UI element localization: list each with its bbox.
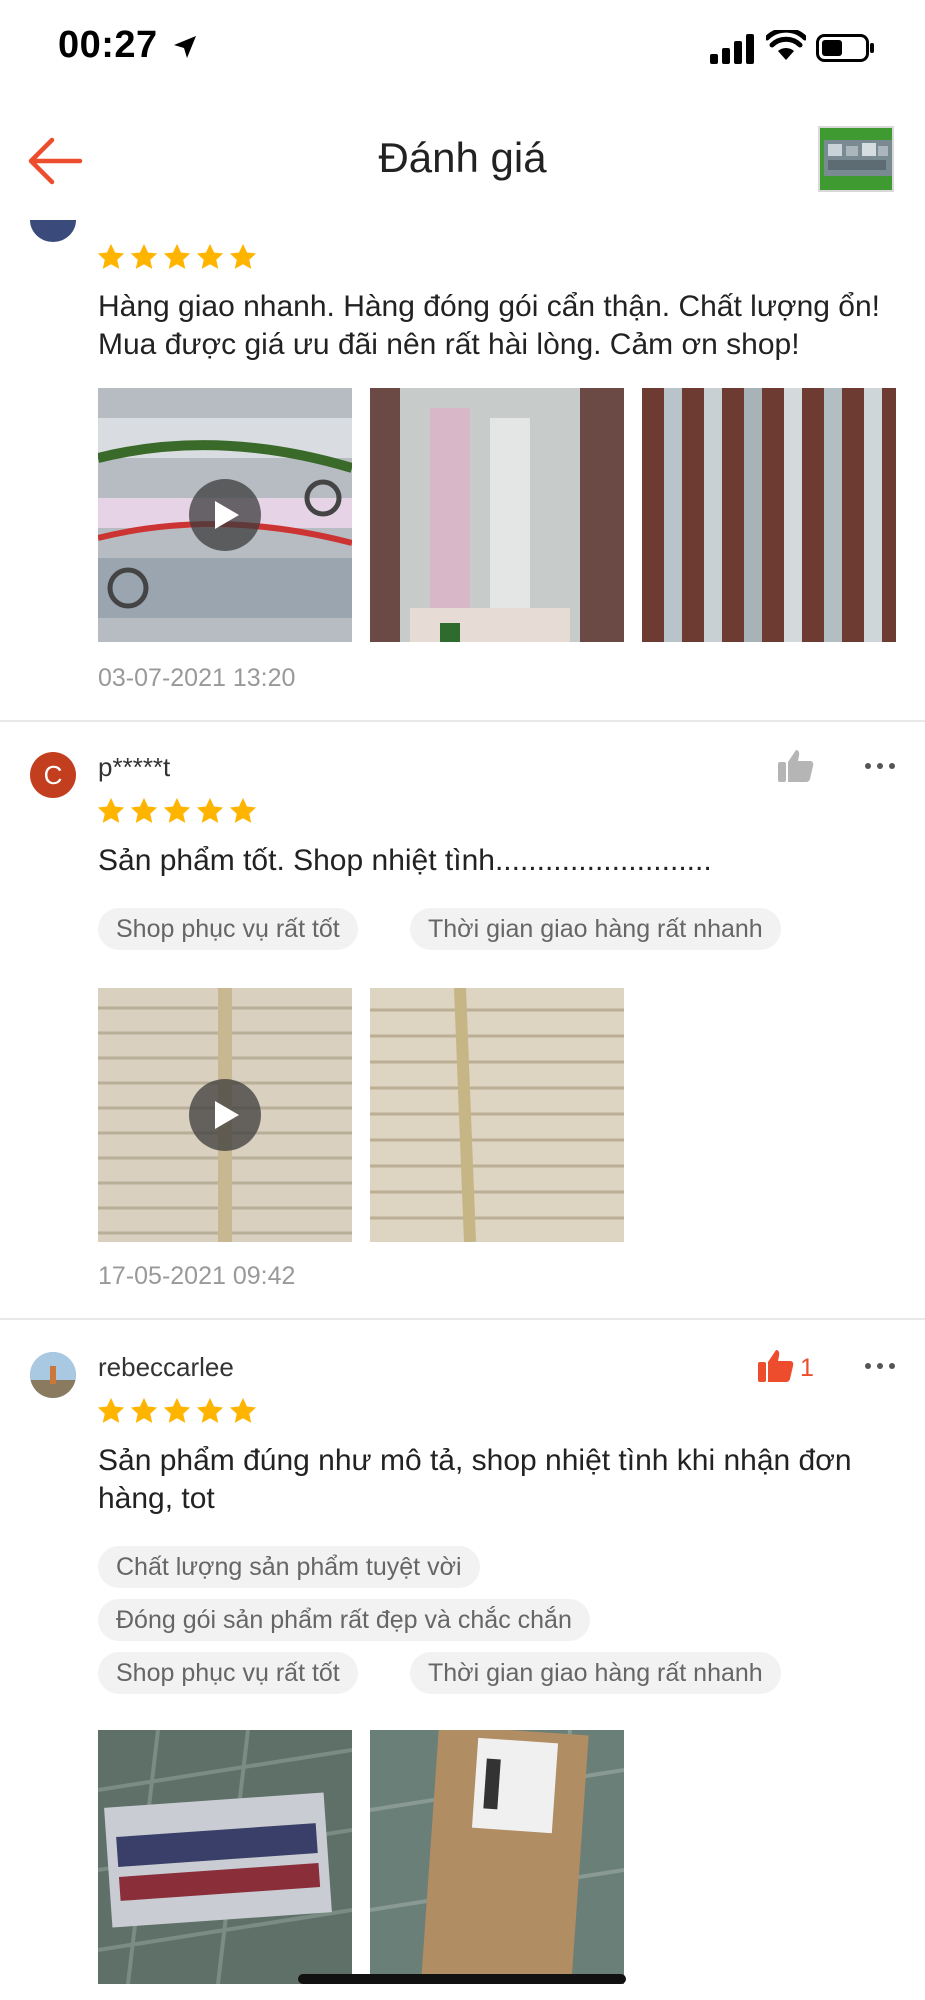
star-icon bbox=[163, 1397, 191, 1423]
username[interactable]: p*****t bbox=[98, 752, 170, 783]
review-video[interactable] bbox=[98, 388, 352, 642]
star-icon bbox=[229, 243, 257, 269]
star-icon bbox=[97, 1397, 125, 1423]
star-icon bbox=[196, 797, 224, 823]
review-tag: Shop phục vụ rất tốt bbox=[98, 908, 358, 950]
star-icon bbox=[229, 1397, 257, 1423]
divider bbox=[0, 1318, 925, 1320]
star-icon bbox=[130, 797, 158, 823]
review-photo[interactable] bbox=[370, 1730, 624, 1984]
more-dots-icon[interactable] bbox=[862, 756, 898, 776]
star-icon bbox=[130, 243, 158, 269]
status-time: 00:27 bbox=[58, 24, 158, 66]
avatar[interactable]: C bbox=[30, 752, 76, 798]
rating-stars bbox=[96, 242, 258, 272]
rating-stars bbox=[96, 1396, 258, 1426]
status-bar: 00:27 bbox=[0, 0, 925, 100]
review-date: 17-05-2021 09:42 bbox=[98, 1262, 296, 1290]
review-photo[interactable] bbox=[370, 988, 624, 1242]
star-icon bbox=[229, 797, 257, 823]
review-comment: Sản phẩm đúng như mô tả, shop nhiệt tình… bbox=[98, 1444, 852, 1515]
review-tag: Chất lượng sản phẩm tuyệt vời bbox=[98, 1546, 480, 1588]
star-icon bbox=[130, 1397, 158, 1423]
thumbs-up-icon[interactable] bbox=[756, 1348, 796, 1384]
review-tag: Thời gian giao hàng rất nhanh bbox=[410, 908, 781, 950]
play-icon[interactable] bbox=[189, 1079, 261, 1151]
divider bbox=[0, 720, 925, 722]
star-icon bbox=[196, 243, 224, 269]
review-comment: Sản phẩm tốt. Shop nhiệt tình...........… bbox=[98, 844, 712, 877]
star-icon bbox=[97, 797, 125, 823]
like-count: 1 bbox=[800, 1354, 814, 1382]
review-photo[interactable] bbox=[98, 1730, 352, 1984]
star-icon bbox=[163, 243, 191, 269]
home-indicator[interactable] bbox=[298, 1974, 626, 1984]
more-dots-icon[interactable] bbox=[862, 1356, 898, 1376]
location-arrow-icon bbox=[174, 36, 196, 58]
username[interactable]: rebeccarlee bbox=[98, 1352, 234, 1383]
star-icon bbox=[97, 243, 125, 269]
page-title: Đánh giá bbox=[378, 134, 547, 181]
thumbs-up-icon[interactable] bbox=[776, 748, 816, 784]
review-tag: Thời gian giao hàng rất nhanh bbox=[410, 1652, 781, 1694]
rating-stars bbox=[96, 796, 258, 826]
star-icon bbox=[196, 1397, 224, 1423]
product-thumbnail[interactable] bbox=[818, 126, 894, 192]
avatar[interactable] bbox=[30, 1352, 76, 1398]
app-header: Đánh giá bbox=[0, 100, 925, 220]
review-date: 03-07-2021 13:20 bbox=[98, 664, 296, 692]
review-tag: Shop phục vụ rất tốt bbox=[98, 1652, 358, 1694]
review-photo[interactable] bbox=[642, 388, 896, 642]
review-video[interactable] bbox=[98, 988, 352, 1242]
star-icon bbox=[163, 797, 191, 823]
avatar-letter: C bbox=[43, 759, 63, 790]
play-icon[interactable] bbox=[189, 479, 261, 551]
review-tag: Đóng gói sản phẩm rất đẹp và chắc chắn bbox=[98, 1599, 590, 1641]
reviews-screen: 00:27 Đánh giá Hàng giao nhanh. Hàng đón… bbox=[0, 0, 925, 2000]
review-photo[interactable] bbox=[370, 388, 624, 642]
review-comment: Hàng giao nhanh. Hàng đóng gói cẩn thận.… bbox=[98, 290, 880, 361]
wifi-icon bbox=[766, 30, 806, 60]
battery-icon bbox=[816, 34, 874, 62]
cellular-signal-icon bbox=[710, 34, 754, 64]
